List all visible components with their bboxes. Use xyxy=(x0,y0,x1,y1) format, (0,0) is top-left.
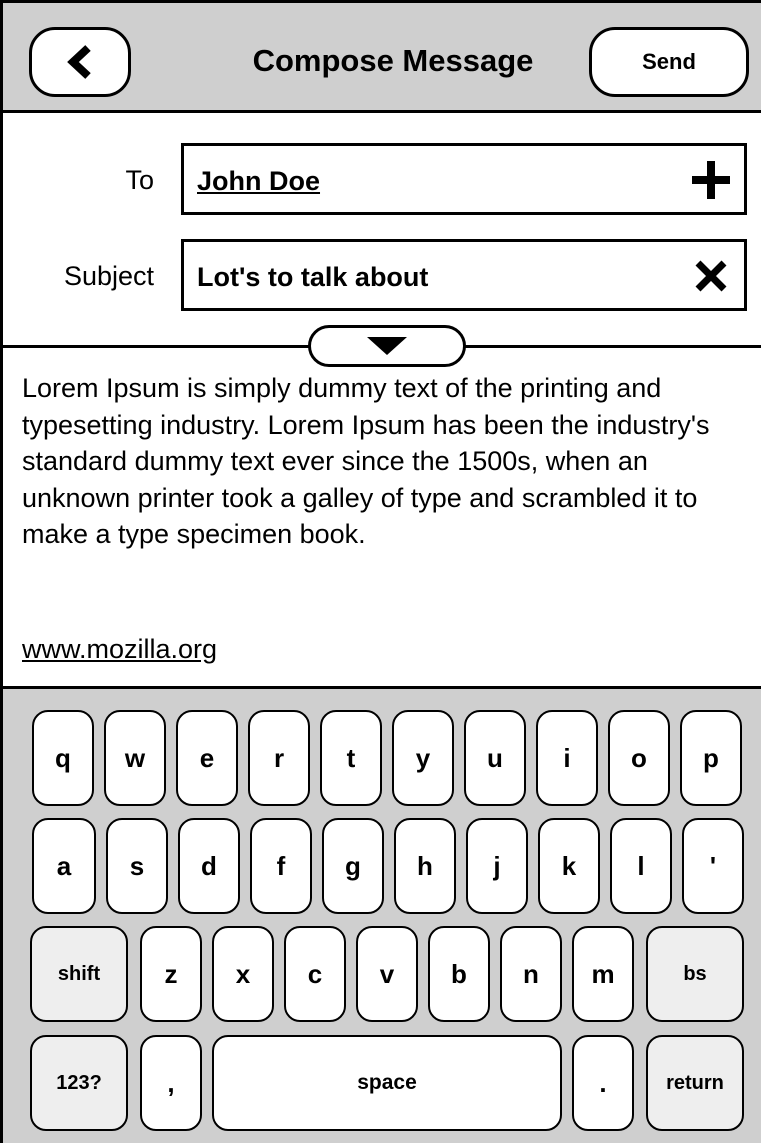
key-l[interactable]: l xyxy=(610,818,672,914)
key-h[interactable]: h xyxy=(394,818,456,914)
key-return[interactable]: return xyxy=(646,1035,744,1131)
key-comma[interactable]: , xyxy=(140,1035,202,1131)
key-t[interactable]: t xyxy=(320,710,382,806)
recipient-name[interactable]: John Doe xyxy=(197,166,320,197)
key-s[interactable]: s xyxy=(106,818,168,914)
key-f[interactable]: f xyxy=(250,818,312,914)
key-j[interactable]: j xyxy=(466,818,528,914)
key-m[interactable]: m xyxy=(572,926,634,1022)
subject-field[interactable]: Lot's to talk about xyxy=(181,239,747,311)
message-body[interactable]: Lorem Ipsum is simply dummy text of the … xyxy=(22,370,750,553)
on-screen-keyboard: q w e r t y u i o p a s d f g h j k l ' … xyxy=(3,686,761,1143)
key-n[interactable]: n xyxy=(500,926,562,1022)
key-a[interactable]: a xyxy=(32,818,96,914)
send-button[interactable]: Send xyxy=(589,27,749,97)
key-q[interactable]: q xyxy=(32,710,94,806)
page-title: Compose Message xyxy=(252,43,534,78)
key-backspace[interactable]: bs xyxy=(646,926,744,1022)
key-k[interactable]: k xyxy=(538,818,600,914)
key-v[interactable]: v xyxy=(356,926,418,1022)
key-i[interactable]: i xyxy=(536,710,598,806)
plus-icon[interactable] xyxy=(692,161,730,199)
key-y[interactable]: y xyxy=(392,710,454,806)
key-z[interactable]: z xyxy=(140,926,202,1022)
subject-label: Subject xyxy=(63,261,154,291)
key-period[interactable]: . xyxy=(572,1035,634,1131)
key-numbers[interactable]: 123? xyxy=(30,1035,128,1131)
key-x[interactable]: x xyxy=(212,926,274,1022)
key-shift[interactable]: shift xyxy=(30,926,128,1022)
key-o[interactable]: o xyxy=(608,710,670,806)
subject-value[interactable]: Lot's to talk about xyxy=(197,262,428,293)
key-g[interactable]: g xyxy=(322,818,384,914)
compose-fields: To John Doe Subject Lot's to talk about xyxy=(3,113,761,346)
key-u[interactable]: u xyxy=(464,710,526,806)
back-button[interactable] xyxy=(29,27,131,97)
key-apostrophe[interactable]: ' xyxy=(682,818,744,914)
expand-fields-button[interactable] xyxy=(308,325,466,367)
key-space[interactable]: space xyxy=(212,1035,562,1131)
key-b[interactable]: b xyxy=(428,926,490,1022)
header-bar: Compose Message Send xyxy=(3,3,761,113)
key-d[interactable]: d xyxy=(178,818,240,914)
key-p[interactable]: p xyxy=(680,710,742,806)
chevron-left-icon xyxy=(67,45,91,79)
key-r[interactable]: r xyxy=(248,710,310,806)
to-label: To xyxy=(125,165,154,195)
close-icon[interactable] xyxy=(692,257,730,295)
key-w[interactable]: w xyxy=(104,710,166,806)
key-e[interactable]: e xyxy=(176,710,238,806)
triangle-down-icon xyxy=(367,337,407,355)
message-link[interactable]: www.mozilla.org xyxy=(22,634,217,665)
to-field[interactable]: John Doe xyxy=(181,143,747,215)
key-c[interactable]: c xyxy=(284,926,346,1022)
